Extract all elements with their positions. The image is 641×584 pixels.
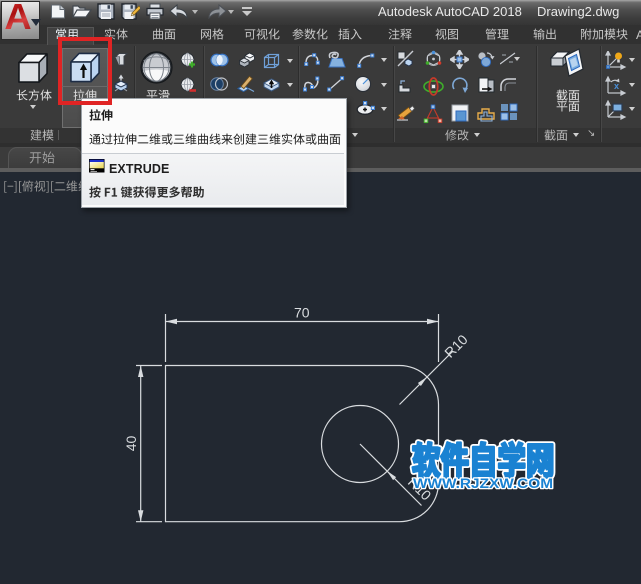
svg-text:70: 70 (294, 305, 310, 321)
svg-text:x: x (614, 81, 619, 91)
svg-text:R10: R10 (441, 331, 471, 361)
svg-text:WWW.RJZXW.COM: WWW.RJZXW.COM (413, 475, 553, 491)
svg-text:40: 40 (123, 436, 139, 452)
